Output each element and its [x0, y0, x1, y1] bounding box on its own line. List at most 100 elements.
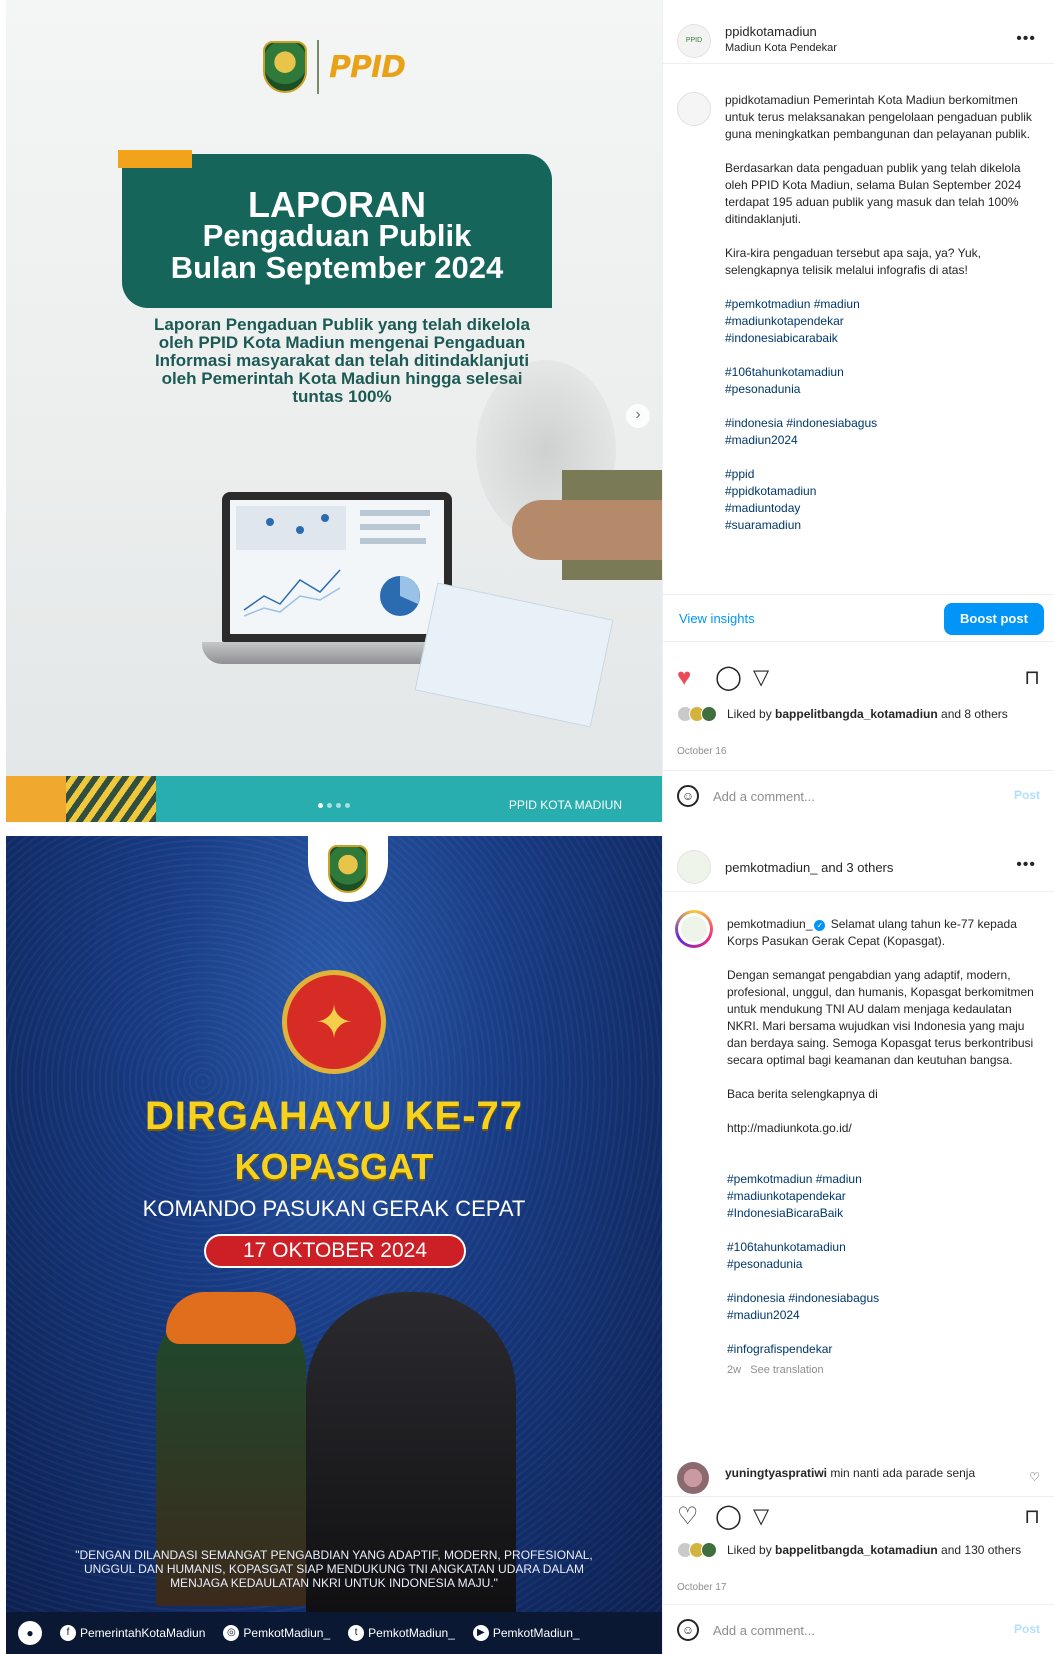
- hashtags-2[interactable]: #106tahunkotamadiun #pesonadunia: [725, 364, 1040, 398]
- bookmark-icon[interactable]: ⊓: [1024, 666, 1040, 690]
- carousel-dots: [318, 803, 350, 808]
- hashtags-3[interactable]: #indonesia #indonesiabagus #madiun2024: [725, 415, 1040, 449]
- caption-text-2: Dengan semangat pengabdian yang adaptif,…: [727, 968, 1034, 1067]
- post-card-ppid: PPID LAPORAN Pengaduan Publik Bulan Sept…: [0, 0, 1054, 822]
- logo-row: PPID: [6, 40, 662, 94]
- kota-madiun-crest-icon: [262, 41, 307, 93]
- profile-avatar[interactable]: PPID: [677, 24, 711, 58]
- hashtags-1[interactable]: #pemkotmadiun #madiun #madiunkotapendeka…: [725, 296, 1040, 347]
- kopasgat-emblem-icon: ✦: [282, 970, 386, 1074]
- title-line-2: Pengaduan Publik Bulan September 2024: [170, 218, 504, 285]
- post-image-kopasgat[interactable]: ✦ DIRGAHAYU KE-77 KOPASGAT KOMANDO PASUK…: [6, 836, 662, 1654]
- caption-text-3: Kira-kira pengaduan tersebut apa saja, y…: [725, 246, 981, 277]
- social-bar: ● f PemerintahKotaMadiun ◎ PemkotMadiun_ t…: [6, 1612, 662, 1654]
- caption-text-2: Berdasarkan data pengaduan publik yang t…: [725, 161, 1022, 226]
- social-twitter: t PemkotMadiun_: [348, 1625, 455, 1641]
- more-options-icon[interactable]: •••: [1016, 30, 1036, 48]
- post-card-kopasgat: ✦ DIRGAHAYU KE-77 KOPASGAT KOMANDO PASUK…: [0, 836, 1054, 1654]
- youtube-icon: ▶: [472, 1625, 489, 1641]
- caption-avatar[interactable]: [675, 910, 713, 948]
- post-image-laporan[interactable]: PPID LAPORAN Pengaduan Publik Bulan Sept…: [6, 0, 662, 822]
- image-subtitle: Laporan Pengaduan Publik yang telah dike…: [154, 315, 530, 406]
- comment-preview-text: yuningtyaspratiwi min nanti ada parade s…: [725, 1466, 976, 1480]
- ppid-logo: PPID: [328, 49, 406, 85]
- post-comment-button[interactable]: Post: [1014, 788, 1040, 802]
- share-icon[interactable]: ▽: [753, 1505, 769, 1529]
- dashboard-screen: [230, 500, 444, 634]
- comment-icon[interactable]: ◯: [715, 666, 742, 690]
- view-insights-link[interactable]: View insights: [679, 611, 755, 626]
- likes-summary[interactable]: Liked by bappelitbangda_kotamadiun and 1…: [677, 1542, 1040, 1558]
- caption: pemkotmadiun_ ✓ Selamat ulang tahun ke-77…: [727, 916, 1040, 1379]
- action-bar: ♡ ◯ ▽ ⊓: [663, 1496, 1054, 1536]
- heart-filled-icon[interactable]: ♥: [677, 666, 691, 690]
- hashtags-4[interactable]: #ppid #ppidkotamadiun #madiuntoday #suar…: [725, 466, 1040, 534]
- dashboard-graphic: [236, 506, 430, 617]
- comment-row: ☺ Post: [663, 770, 1054, 822]
- commenter-avatar[interactable]: [677, 1462, 709, 1494]
- boost-post-button[interactable]: Boost post: [944, 603, 1044, 635]
- caption-age[interactable]: 2w: [727, 1364, 741, 1376]
- header-location[interactable]: Madiun Kota Pendekar: [725, 42, 837, 54]
- hashtags-3[interactable]: #indonesia #indonesiabagus #madiun2024: [727, 1290, 1040, 1324]
- liker-username[interactable]: bappelitbangda_kotamadiun: [775, 1543, 938, 1557]
- social-facebook: f PemerintahKotaMadiun: [60, 1625, 205, 1641]
- image-footer-tag: PPID KOTA MADIUN: [508, 798, 622, 812]
- post-side-panel: PPID ppidkotamadiun Madiun Kota Pendekar…: [662, 0, 1054, 822]
- insights-row: View insights Boost post: [663, 594, 1054, 642]
- post-header: pemkotmadiun_ and 3 others •••: [663, 836, 1054, 892]
- likes-summary[interactable]: Liked by bappelitbangda_kotamadiun and 8…: [677, 706, 1040, 722]
- kopasgat-title: KOPASGAT: [234, 1146, 434, 1187]
- comment-input[interactable]: [713, 1619, 993, 1641]
- post-comment-button[interactable]: Post: [1014, 1622, 1040, 1636]
- kota-madiun-crest-icon: [328, 845, 368, 893]
- post-date[interactable]: October 16: [677, 746, 726, 757]
- emoji-icon[interactable]: ☺: [677, 785, 699, 807]
- title-box: LAPORAN Pengaduan Publik Bulan September…: [118, 150, 552, 308]
- comment-like-heart-icon[interactable]: ♡: [1029, 1470, 1040, 1484]
- caption: ppidkotamadiun Pemerintah Kota Madiun be…: [725, 92, 1040, 551]
- caption-username[interactable]: pemkotmadiun_: [727, 917, 812, 931]
- comment-input[interactable]: [713, 785, 993, 807]
- action-bar: ♥ ◯ ▽ ⊓: [663, 660, 1054, 700]
- facebook-icon: f: [60, 1625, 76, 1641]
- verified-badge-icon: ✓: [814, 920, 826, 931]
- liker-avatars: [677, 1542, 719, 1558]
- see-translation-link[interactable]: See translation: [750, 1364, 823, 1376]
- comment-row: ☺ Post: [663, 1604, 1054, 1654]
- header-username[interactable]: ppidkotamadiun: [725, 24, 817, 39]
- social-youtube: ▶ PemkotMadiun_: [472, 1625, 580, 1641]
- report-paper: [414, 582, 614, 728]
- header-username[interactable]: pemkotmadiun_: [725, 860, 818, 875]
- header-collab[interactable]: pemkotmadiun_ and 3 others: [725, 860, 893, 875]
- event-date-pill: 17 OKTOBER 2024: [204, 1234, 466, 1268]
- post-date[interactable]: October 17: [677, 1582, 726, 1593]
- carousel-next-chevron-icon[interactable]: ›: [626, 404, 650, 428]
- share-icon[interactable]: ▽: [753, 666, 769, 690]
- caption-avatar[interactable]: [677, 92, 711, 126]
- more-options-icon[interactable]: •••: [1016, 856, 1036, 874]
- heart-outline-icon[interactable]: ♡: [677, 1505, 699, 1529]
- hashtags-4[interactable]: #infografispendekar: [727, 1341, 1040, 1358]
- instagram-icon: ◎: [223, 1625, 240, 1641]
- user-avatar-icon[interactable]: ●: [18, 1621, 42, 1645]
- hashtags-1[interactable]: #pemkotmadiun #madiun #madiunkotapendeka…: [727, 1171, 1040, 1222]
- hashtags-2[interactable]: #106tahunkotamadiun #pesonadunia: [727, 1239, 1040, 1273]
- liker-username[interactable]: bappelitbangda_kotamadiun: [775, 707, 938, 721]
- comment-preview: yuningtyaspratiwi min nanti ada parade s…: [677, 1462, 1040, 1496]
- beret: [166, 1292, 296, 1344]
- social-instagram: ◎ PemkotMadiun_: [223, 1625, 330, 1641]
- caption-username[interactable]: ppidkotamadiun: [725, 93, 810, 107]
- caption-meta: 2w See translation: [727, 1362, 1040, 1379]
- comment-icon[interactable]: ◯: [715, 1505, 742, 1529]
- image-quote: "DENGAN DILANDASI SEMANGAT PENGABDIAN YA…: [75, 1548, 593, 1590]
- commenter-username[interactable]: yuningtyaspratiwi: [725, 1466, 827, 1480]
- caption-link[interactable]: http://madiunkota.go.id/: [727, 1120, 1040, 1137]
- profile-avatar[interactable]: [677, 850, 711, 884]
- komando-subtitle: KOMANDO PASUKAN GERAK CEPAT: [142, 1196, 526, 1221]
- hand-decoration: [512, 500, 662, 560]
- liker-avatars: [677, 706, 719, 722]
- bookmark-icon[interactable]: ⊓: [1024, 1505, 1040, 1529]
- emoji-icon[interactable]: ☺: [677, 1619, 699, 1641]
- post-header: PPID ppidkotamadiun Madiun Kota Pendekar…: [663, 0, 1054, 64]
